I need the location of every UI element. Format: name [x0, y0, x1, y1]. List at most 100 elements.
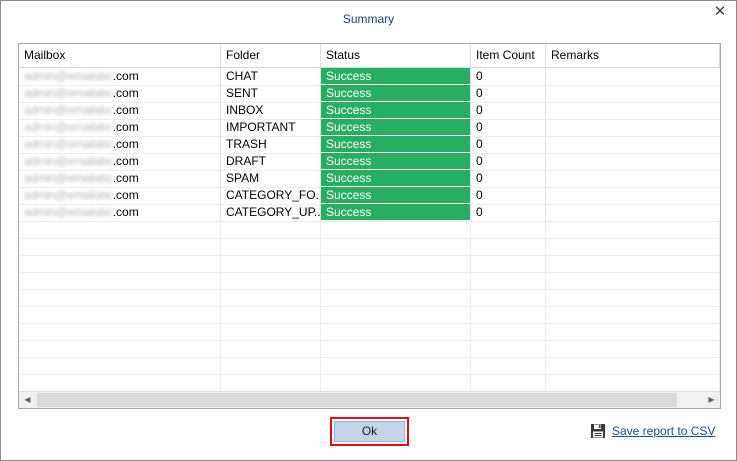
remarks-cell — [546, 102, 720, 119]
table-row[interactable]: admin@emailabc.com SPAM Success 0 — [19, 170, 720, 188]
folder-cell: SENT — [221, 85, 321, 102]
save-report-label[interactable]: Save report to CSV — [612, 424, 715, 438]
column-header-remarks[interactable]: Remarks — [546, 44, 720, 67]
empty-table-row — [19, 272, 720, 290]
table-body: Mailbox Folder Status Item Count Remarks… — [19, 44, 720, 392]
table-header: Mailbox Folder Status Item Count Remarks — [19, 44, 720, 68]
empty-cell — [321, 289, 471, 306]
folder-cell: TRASH — [221, 136, 321, 153]
empty-cell — [19, 357, 221, 374]
empty-cell — [321, 221, 471, 238]
title-bar: Summary ✕ — [1, 1, 736, 37]
mailbox-domain: .com — [112, 188, 139, 202]
empty-cell — [19, 323, 221, 340]
folder-cell: IMPORTANT — [221, 119, 321, 136]
empty-cell — [471, 289, 546, 306]
mailbox-user-redacted: admin@emailabc — [24, 137, 113, 151]
empty-cell — [546, 238, 720, 255]
mailbox-domain: .com — [112, 103, 139, 117]
ok-button[interactable]: Ok — [334, 421, 405, 442]
empty-cell — [221, 221, 321, 238]
empty-cell — [221, 272, 321, 289]
folder-cell: CHAT — [221, 68, 321, 85]
scroll-left-icon[interactable]: ◀ — [19, 392, 36, 408]
empty-cell — [471, 238, 546, 255]
empty-cell — [19, 255, 221, 272]
mailbox-cell: admin@emailabc.com — [19, 119, 221, 136]
table-row[interactable]: admin@emailabc.com DRAFT Success 0 — [19, 153, 720, 171]
summary-dialog: Summary ✕ Mailbox Folder Status Item Cou… — [0, 0, 737, 461]
table-row[interactable]: admin@emailabc.com IMPORTANT Success 0 — [19, 119, 720, 137]
mailbox-domain: .com — [112, 69, 139, 83]
empty-cell — [19, 289, 221, 306]
empty-cell — [321, 306, 471, 323]
empty-cell — [546, 374, 720, 391]
item-count-cell: 0 — [471, 187, 546, 204]
empty-cell — [546, 255, 720, 272]
empty-cell — [221, 357, 321, 374]
close-icon[interactable]: ✕ — [710, 3, 730, 23]
status-cell: Success — [321, 153, 471, 170]
column-header-folder[interactable]: Folder — [221, 44, 321, 67]
column-header-item-count[interactable]: Item Count — [471, 44, 546, 67]
save-report-link[interactable]: Save report to CSV — [590, 421, 715, 441]
horizontal-scrollbar[interactable]: ◀ ▶ — [19, 391, 720, 408]
table-row[interactable]: admin@emailabc.com CATEGORY_FO... Success 0 — [19, 187, 720, 205]
empty-cell — [471, 221, 546, 238]
status-cell: Success — [321, 204, 471, 221]
empty-cell — [221, 289, 321, 306]
scrollbar-thumb[interactable] — [37, 393, 677, 407]
folder-cell: CATEGORY_UP... — [221, 204, 321, 221]
empty-cell — [19, 306, 221, 323]
empty-cell — [19, 221, 221, 238]
empty-table-row — [19, 374, 720, 392]
status-cell: Success — [321, 170, 471, 187]
mailbox-user-redacted: admin@emailabc — [24, 154, 113, 168]
empty-cell — [546, 272, 720, 289]
empty-cell — [471, 255, 546, 272]
floppy-disk-icon — [591, 424, 605, 438]
empty-table-row — [19, 306, 720, 324]
column-header-status[interactable]: Status — [321, 44, 471, 67]
status-cell: Success — [321, 85, 471, 102]
remarks-cell — [546, 187, 720, 204]
empty-cell — [321, 357, 471, 374]
mailbox-cell: admin@emailabc.com — [19, 102, 221, 119]
empty-cell — [221, 255, 321, 272]
empty-cell — [321, 238, 471, 255]
mailbox-cell: admin@emailabc.com — [19, 170, 221, 187]
empty-cell — [321, 255, 471, 272]
item-count-cell: 0 — [471, 170, 546, 187]
status-cell: Success — [321, 119, 471, 136]
item-count-cell: 0 — [471, 136, 546, 153]
mailbox-user-redacted: admin@emailabc — [24, 188, 113, 202]
column-header-mailbox[interactable]: Mailbox — [19, 44, 221, 67]
empty-cell — [546, 306, 720, 323]
empty-cell — [546, 340, 720, 357]
table-row[interactable]: admin@emailabc.com CATEGORY_UP... Success 0 — [19, 204, 720, 222]
mailbox-user-redacted: admin@emailabc — [24, 69, 113, 83]
remarks-cell — [546, 85, 720, 102]
table-row[interactable]: admin@emailabc.com INBOX Success 0 — [19, 102, 720, 120]
summary-table: Mailbox Folder Status Item Count Remarks… — [18, 43, 721, 409]
empty-cell — [221, 340, 321, 357]
empty-cell — [321, 323, 471, 340]
remarks-cell — [546, 204, 720, 221]
scroll-right-icon[interactable]: ▶ — [703, 392, 720, 408]
empty-cell — [221, 306, 321, 323]
mailbox-cell: admin@emailabc.com — [19, 204, 221, 221]
empty-table-row — [19, 357, 720, 375]
empty-cell — [19, 340, 221, 357]
folder-cell: CATEGORY_FO... — [221, 187, 321, 204]
empty-cell — [471, 340, 546, 357]
mailbox-user-redacted: admin@emailabc — [24, 120, 113, 134]
item-count-cell: 0 — [471, 68, 546, 85]
mailbox-domain: .com — [112, 154, 139, 168]
table-row[interactable]: admin@emailabc.com CHAT Success 0 — [19, 68, 720, 86]
item-count-cell: 0 — [471, 102, 546, 119]
folder-cell: DRAFT — [221, 153, 321, 170]
empty-cell — [471, 357, 546, 374]
table-row[interactable]: admin@emailabc.com SENT Success 0 — [19, 85, 720, 103]
remarks-cell — [546, 119, 720, 136]
table-row[interactable]: admin@emailabc.com TRASH Success 0 — [19, 136, 720, 154]
